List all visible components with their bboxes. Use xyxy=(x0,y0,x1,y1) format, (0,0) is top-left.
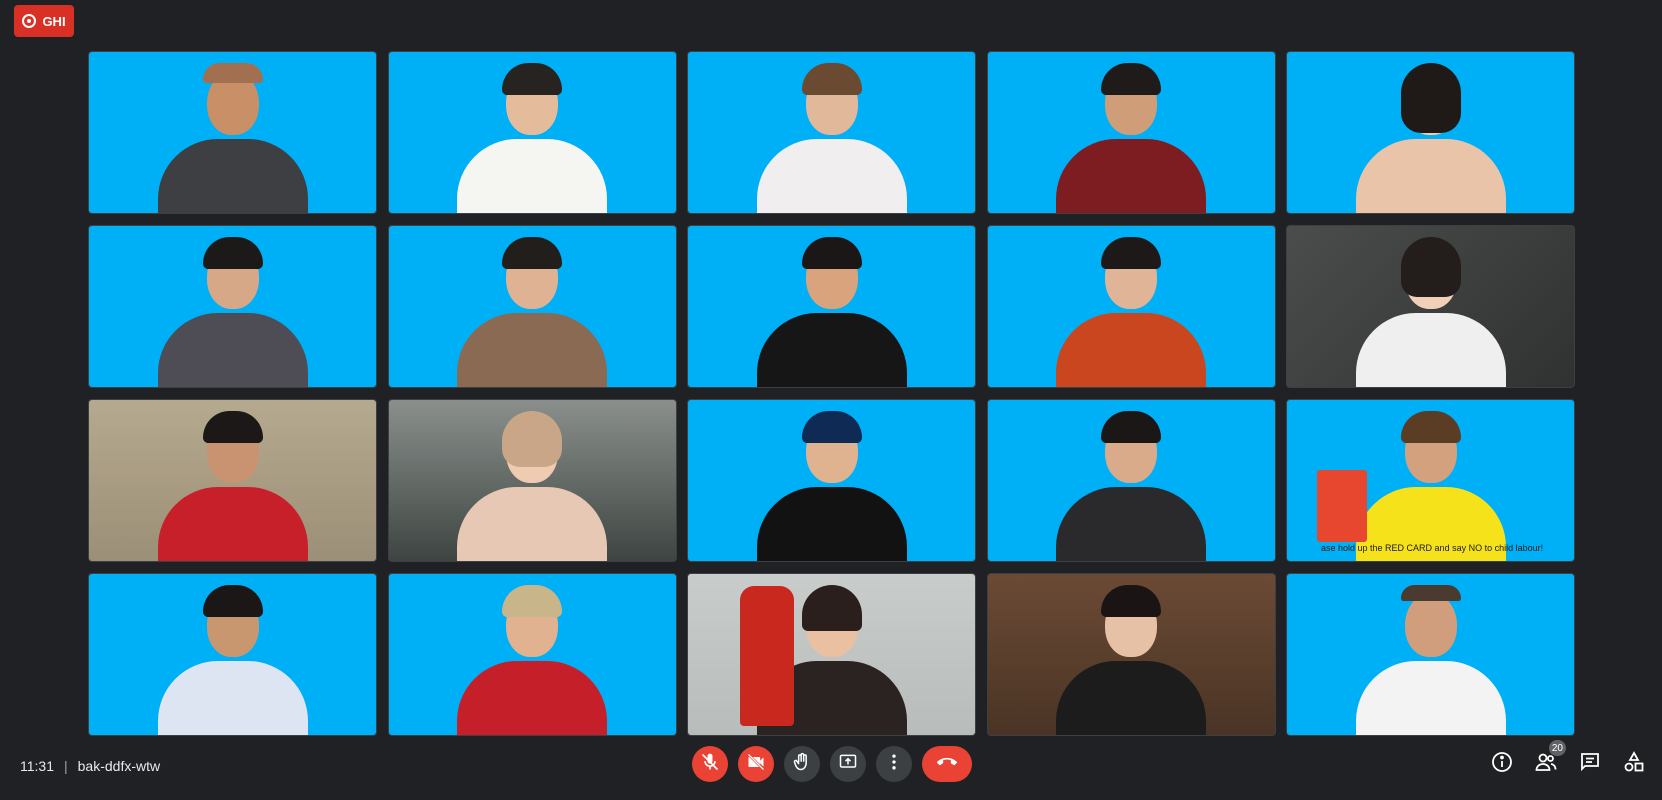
mic-toggle-button[interactable] xyxy=(692,746,728,782)
meeting-code: bak-ddfx-wtw xyxy=(77,758,161,774)
participant-video xyxy=(1036,401,1226,561)
meeting-info: 11:31 | bak-ddfx-wtw xyxy=(20,758,160,774)
participant-video xyxy=(1336,227,1526,387)
camera-toggle-button[interactable] xyxy=(738,746,774,782)
participant-video xyxy=(437,575,627,735)
end-call-icon xyxy=(936,752,957,777)
controls-bar: 11:31 | bak-ddfx-wtw 20 xyxy=(0,740,1662,800)
camera-off-icon xyxy=(746,752,766,777)
center-controls xyxy=(692,746,972,782)
participant-grid: ase hold up the RED CARD and say NO to c… xyxy=(88,51,1575,736)
participant-tile[interactable] xyxy=(88,399,377,562)
participant-video xyxy=(737,227,927,387)
meeting-details-button[interactable] xyxy=(1490,750,1514,774)
participant-tile[interactable]: ase hold up the RED CARD and say NO to c… xyxy=(1286,399,1575,562)
chat-button[interactable] xyxy=(1578,750,1602,774)
people-icon xyxy=(1534,753,1558,778)
red-card xyxy=(1317,470,1367,542)
participant-video xyxy=(437,401,627,561)
participant-count-badge: 20 xyxy=(1548,740,1566,756)
gaming-chair xyxy=(740,586,794,726)
participant-tile[interactable] xyxy=(986,573,1276,736)
recording-label: GHI xyxy=(42,13,66,29)
participant-tile[interactable] xyxy=(687,573,976,736)
card-caption: ase hold up the RED CARD and say NO to c… xyxy=(1321,543,1544,553)
participant-tile[interactable] xyxy=(986,225,1276,388)
participant-tile[interactable] xyxy=(687,399,976,562)
participant-tile[interactable] xyxy=(88,225,377,388)
record-icon xyxy=(22,14,37,28)
participant-video xyxy=(737,401,927,561)
meeting-time: 11:31 xyxy=(20,758,54,774)
chat-icon xyxy=(1578,753,1602,778)
participant-tile[interactable] xyxy=(986,399,1276,562)
participant-tile[interactable] xyxy=(1286,225,1575,388)
raise-hand-icon xyxy=(792,752,812,777)
participant-tile[interactable] xyxy=(387,573,677,736)
participant-tile[interactable] xyxy=(88,573,377,736)
present-screen-icon xyxy=(838,752,858,777)
participant-tile[interactable] xyxy=(387,51,677,214)
participant-video xyxy=(737,53,927,213)
participant-tile[interactable] xyxy=(687,51,976,214)
activities-button[interactable] xyxy=(1622,750,1646,774)
participant-video xyxy=(1336,53,1526,213)
activities-icon xyxy=(1622,751,1646,778)
participant-tile[interactable] xyxy=(986,51,1276,214)
participant-video xyxy=(1336,575,1526,735)
participant-video xyxy=(138,575,328,735)
participant-video xyxy=(1036,575,1226,735)
right-controls: 20 xyxy=(1490,740,1646,774)
people-button[interactable]: 20 xyxy=(1534,740,1566,774)
participant-video xyxy=(1036,227,1226,387)
participant-tile[interactable] xyxy=(88,51,377,214)
end-call-button[interactable] xyxy=(922,746,972,782)
info-icon xyxy=(1490,752,1514,778)
more-options-icon xyxy=(884,752,904,777)
participant-tile[interactable] xyxy=(1286,573,1575,736)
mic-off-icon xyxy=(700,752,720,777)
participant-tile[interactable] xyxy=(387,399,677,562)
participant-video xyxy=(1036,53,1226,213)
present-screen-button[interactable] xyxy=(830,746,866,782)
participant-tile[interactable] xyxy=(387,225,677,388)
participant-video xyxy=(138,401,328,561)
participant-video xyxy=(437,53,627,213)
participant-tile[interactable] xyxy=(687,225,976,388)
participant-tile[interactable] xyxy=(1286,51,1575,214)
meeting-separator: | xyxy=(64,758,68,774)
participant-video xyxy=(138,227,328,387)
raise-hand-button[interactable] xyxy=(784,746,820,782)
participant-video xyxy=(437,227,627,387)
recording-badge[interactable]: GHI xyxy=(14,5,74,37)
more-options-button[interactable] xyxy=(876,746,912,782)
participant-video xyxy=(138,53,328,213)
